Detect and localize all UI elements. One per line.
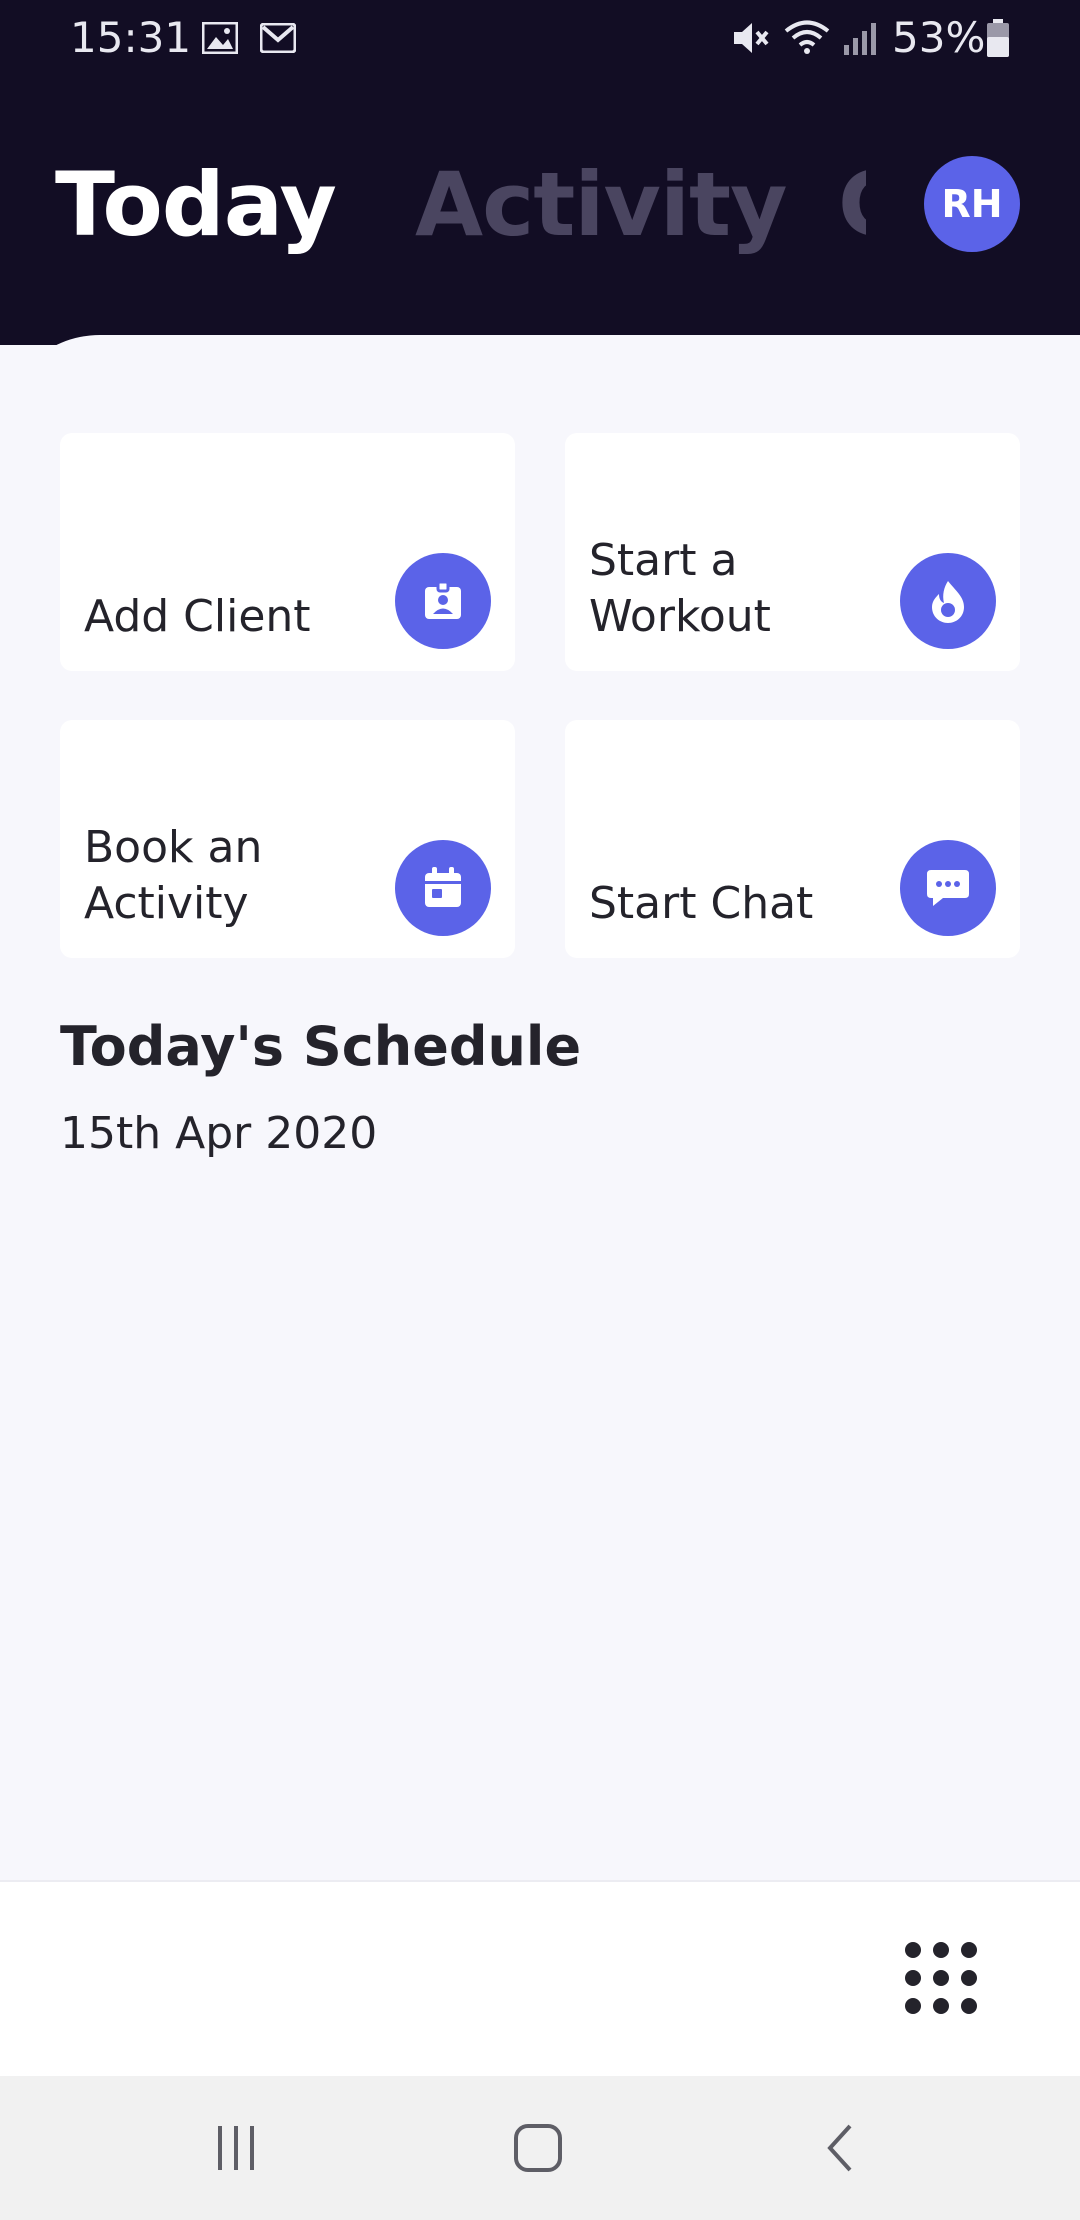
header: 15:31 53% Today Activity C RH xyxy=(0,0,1080,345)
home-icon[interactable] xyxy=(498,2118,578,2178)
start-chat-label: Start Chat xyxy=(589,878,814,929)
battery-percentage: 53% xyxy=(892,13,986,62)
id-badge-icon xyxy=(395,553,491,649)
wifi-icon xyxy=(782,18,832,58)
bottom-bar xyxy=(0,1880,1080,2076)
book-activity-label: Book an Activity xyxy=(84,822,263,929)
calendar-icon xyxy=(395,840,491,936)
tab-today[interactable]: Today xyxy=(55,150,337,260)
status-time: 15:31 xyxy=(70,13,192,62)
flame-icon xyxy=(900,553,996,649)
tab-partial[interactable]: C xyxy=(838,150,866,260)
battery-icon xyxy=(978,18,1018,58)
tab-activity[interactable]: Activity xyxy=(415,150,787,260)
recent-apps-icon[interactable] xyxy=(196,2118,276,2178)
start-chat-card[interactable]: Start Chat xyxy=(565,720,1020,958)
avatar[interactable]: RH xyxy=(924,156,1020,252)
schedule-title: Today's Schedule xyxy=(60,1015,582,1078)
grid-menu-icon[interactable] xyxy=(905,1942,985,2022)
start-workout-label: Start a Workout xyxy=(589,535,771,642)
start-workout-card[interactable]: Start a Workout xyxy=(565,433,1020,671)
book-activity-card[interactable]: Book an Activity xyxy=(60,720,515,958)
back-icon[interactable] xyxy=(800,2118,880,2178)
system-nav-bar xyxy=(0,2076,1080,2220)
schedule-date: 15th Apr 2020 xyxy=(60,1108,378,1159)
mute-icon xyxy=(730,18,770,58)
gmail-icon xyxy=(258,18,298,58)
status-bar: 15:31 53% xyxy=(0,0,1080,75)
chat-bubble-icon xyxy=(900,840,996,936)
signal-icon xyxy=(840,18,880,58)
add-client-card[interactable]: Add Client xyxy=(60,433,515,671)
image-icon xyxy=(200,18,240,58)
add-client-label: Add Client xyxy=(84,591,311,642)
